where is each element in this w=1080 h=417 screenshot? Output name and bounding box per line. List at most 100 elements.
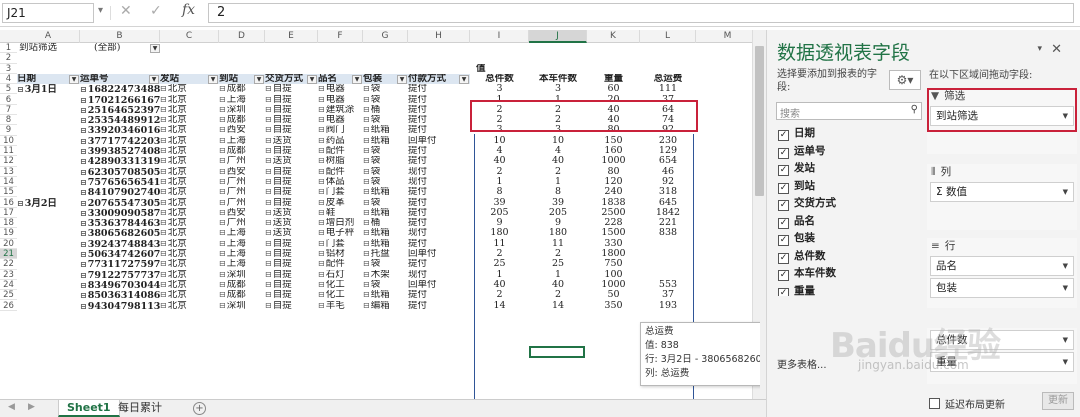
cell[interactable]: ⊟84107902740	[80, 187, 160, 197]
cell[interactable]: ⊟电子秤	[318, 228, 363, 238]
cell[interactable]: ⊟铝材	[318, 249, 363, 259]
collapse-icon[interactable]: ⊟	[219, 270, 226, 279]
collapse-icon[interactable]: ⊟	[363, 198, 370, 207]
collapse-icon[interactable]: ⊟	[219, 146, 226, 155]
cell[interactable]: ⊟托盘	[363, 249, 408, 259]
column-header[interactable]: E	[265, 30, 318, 43]
cell[interactable]: ⊟自提	[265, 239, 318, 249]
collapse-icon[interactable]: ⊟	[219, 167, 226, 176]
checkbox-icon[interactable]: ✓	[778, 165, 789, 176]
collapse-icon[interactable]: ⊟	[80, 167, 87, 177]
collapse-icon[interactable]: ⊟	[363, 177, 370, 186]
collapse-icon[interactable]: ⊟	[219, 105, 226, 114]
collapse-icon[interactable]: ⊟	[265, 208, 272, 217]
cell[interactable]: ⊟送货	[265, 228, 318, 238]
collapse-icon[interactable]: ⊟	[80, 239, 87, 249]
cell[interactable]: 111	[640, 84, 696, 94]
row-header[interactable]: 26	[0, 301, 17, 311]
cell[interactable]: ⊟北京	[160, 249, 219, 259]
collapse-icon[interactable]: ⊟	[219, 177, 226, 186]
cell[interactable]: 提付	[408, 84, 470, 94]
more-tables-link[interactable]: 更多表格...	[777, 356, 827, 371]
columns-field-item[interactable]: Σ 数值 ▼	[930, 182, 1074, 202]
cell[interactable]: ⊟39938527408	[80, 146, 160, 156]
collapse-icon[interactable]: ⊟	[265, 187, 272, 196]
cell[interactable]: ⊟送货	[265, 208, 318, 218]
cell[interactable]: ⊟广州	[219, 156, 265, 166]
cell[interactable]: ⊟自提	[265, 280, 318, 290]
cell[interactable]: 现付	[408, 177, 470, 187]
collapse-icon[interactable]: ⊟	[219, 156, 226, 165]
update-button[interactable]: 更新	[1042, 392, 1074, 410]
cell[interactable]: ⊟上海	[219, 228, 265, 238]
field-item[interactable]: ✓ 发站	[778, 161, 815, 178]
cell[interactable]: ⊟送货	[265, 156, 318, 166]
collapse-icon[interactable]: ⊟	[160, 301, 167, 310]
insert-function-icon[interactable]: fx	[182, 2, 195, 18]
collapse-icon[interactable]: ⊟	[363, 105, 370, 114]
field-item[interactable]: ✓ 本车件数	[778, 266, 836, 283]
collapse-icon[interactable]: ⊟	[318, 125, 325, 134]
cell[interactable]: 值	[476, 64, 535, 74]
collapse-icon[interactable]: ⊟	[219, 218, 226, 227]
field-item[interactable]: ✓ 包装	[778, 231, 815, 248]
cell[interactable]: ⊟北京	[160, 280, 219, 290]
collapse-icon[interactable]: ⊟	[318, 239, 325, 248]
collapse-icon[interactable]: ⊟	[17, 198, 24, 208]
collapse-icon[interactable]: ⊟	[160, 208, 167, 217]
collapse-icon[interactable]: ⊟	[265, 95, 272, 104]
cell[interactable]: ⊟建筑涂	[318, 105, 363, 115]
collapse-icon[interactable]: ⊟	[318, 136, 325, 145]
cell[interactable]: ⊟门套	[318, 187, 363, 197]
cell[interactable]: ⊟自提	[265, 95, 318, 105]
collapse-icon[interactable]: ⊟	[80, 125, 87, 135]
row-header[interactable]: 1	[0, 43, 17, 54]
column-header[interactable]: I	[470, 30, 529, 43]
cell[interactable]: ⊟配件	[318, 259, 363, 269]
collapse-icon[interactable]: ⊟	[363, 125, 370, 134]
cell[interactable]: ⊟深圳	[219, 301, 265, 311]
cell[interactable]: ⊟电器	[318, 84, 363, 94]
cancel-icon[interactable]: ✕	[120, 3, 132, 19]
field-item[interactable]: ✓ 交货方式	[778, 196, 836, 213]
cell[interactable]: ⊟广州	[219, 198, 265, 208]
chevron-down-icon[interactable]: ▼	[1063, 183, 1068, 201]
checkbox-icon[interactable]: ✓	[778, 235, 789, 246]
cell[interactable]: ⊟袋	[363, 146, 408, 156]
collapse-icon[interactable]: ⊟	[318, 177, 325, 186]
row-header[interactable]: 6	[0, 95, 17, 105]
cell[interactable]: ⊟袋	[363, 177, 408, 187]
cell[interactable]: ⊟纸箱	[363, 228, 408, 238]
cell[interactable]: ⊟北京	[160, 115, 219, 125]
column-header[interactable]: A	[17, 30, 80, 43]
cell[interactable]: 3	[529, 84, 587, 94]
rows-field-item[interactable]: 品名 ▼	[930, 256, 1074, 276]
cell[interactable]: ⊟增白剂	[318, 218, 363, 228]
collapse-icon[interactable]: ⊟	[160, 187, 167, 196]
cell[interactable]: ⊟北京	[160, 218, 219, 228]
collapse-icon[interactable]: ⊟	[318, 290, 325, 299]
collapse-icon[interactable]: ⊟	[318, 280, 325, 289]
collapse-icon[interactable]: ⊟	[318, 156, 325, 165]
worksheet-grid[interactable]: ABCDEFGHIJKLM 1 2 3 4 5 6 7 8 9 10 11 12 13 14 15 16 17 1…	[0, 30, 760, 400]
cell[interactable]: ⊟北京	[160, 208, 219, 218]
column-header[interactable]: M	[696, 30, 760, 43]
cell[interactable]: ⊟北京	[160, 95, 219, 105]
cell[interactable]: ⊟送货	[265, 218, 318, 228]
collapse-icon[interactable]: ⊟	[160, 136, 167, 145]
checkbox-icon[interactable]: ✓	[778, 200, 789, 211]
cell[interactable]: ⊟成都	[219, 146, 265, 156]
collapse-icon[interactable]: ⊟	[318, 187, 325, 196]
cell[interactable]: ⊟自提	[265, 115, 318, 125]
collapse-icon[interactable]: ⊟	[363, 280, 370, 289]
cell[interactable]: ⊟送货	[265, 136, 318, 146]
cell[interactable]: 提付	[408, 239, 470, 249]
cell[interactable]: ⊟袋	[363, 167, 408, 177]
collapse-icon[interactable]: ⊟	[265, 84, 272, 93]
collapse-icon[interactable]: ⊟	[318, 167, 325, 176]
collapse-icon[interactable]: ⊟	[318, 259, 325, 268]
field-search-input[interactable]: 搜索 ⚲	[776, 102, 922, 120]
cell[interactable]: ⊟羊毛	[318, 301, 363, 311]
cell[interactable]: 现付	[408, 270, 470, 280]
collapse-icon[interactable]: ⊟	[265, 259, 272, 268]
